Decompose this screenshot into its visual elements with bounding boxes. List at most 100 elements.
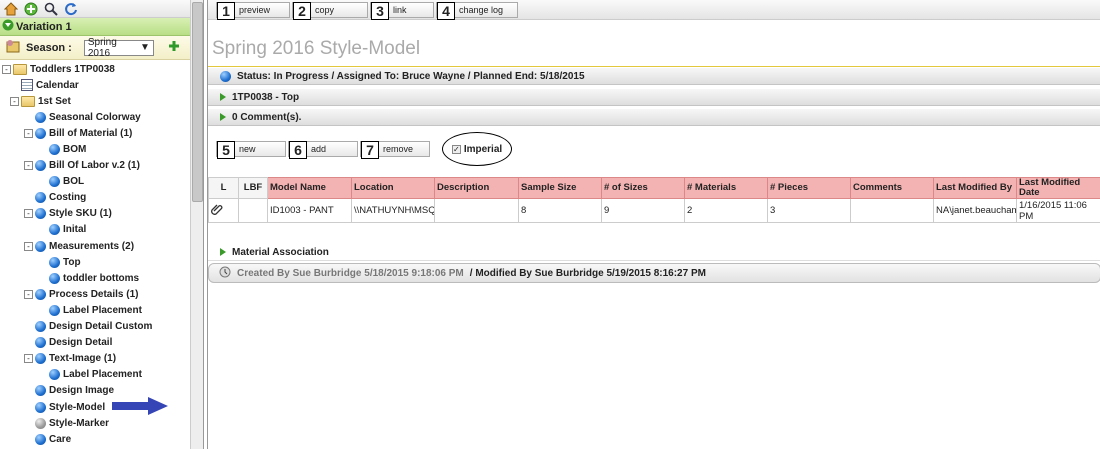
collapse-toggle-icon[interactable]: -: [24, 241, 33, 251]
table-cell: 2: [684, 198, 768, 223]
tree-item[interactable]: BOL: [0, 174, 203, 190]
tree-item[interactable]: Design Detail Custom: [0, 319, 203, 335]
top-section-label: 1TP0038 - Top: [232, 91, 300, 103]
status-blue-icon: [35, 127, 46, 139]
column-header[interactable]: Sample Size: [518, 177, 602, 199]
collapse-toggle-icon[interactable]: -: [24, 354, 33, 364]
tree-item[interactable]: Label Placement: [0, 302, 203, 318]
column-header[interactable]: Description: [434, 177, 519, 199]
material-section[interactable]: Material Association: [208, 244, 1100, 261]
tree-item[interactable]: - Toddlers 1TP0038: [0, 61, 203, 77]
link-button[interactable]: 3 link: [370, 1, 434, 20]
collapse-toggle-icon[interactable]: -: [24, 209, 33, 219]
collapse-toggle-icon[interactable]: -: [2, 64, 11, 74]
column-header[interactable]: L: [208, 177, 239, 199]
column-header[interactable]: Location: [351, 177, 435, 199]
attachment-icon[interactable]: [211, 204, 223, 218]
tree-item[interactable]: Calendar: [0, 77, 203, 93]
preview-button[interactable]: 1 preview: [216, 1, 290, 20]
tree-item-label: Design Image: [49, 385, 115, 397]
tree-item[interactable]: - Bill of Material (1): [0, 125, 203, 141]
top-section[interactable]: 1TP0038 - Top: [208, 89, 1100, 106]
variation-header[interactable]: Variation 1: [0, 18, 203, 36]
tree-item[interactable]: Care: [0, 431, 203, 447]
change-log-button[interactable]: 4 change log: [436, 1, 518, 20]
grid-header-row: L LBF Model Name Location Description Sample …: [208, 177, 1100, 199]
comments-section[interactable]: 0 Comment(s).: [208, 109, 1100, 126]
tree-item[interactable]: Label Placement: [0, 367, 203, 383]
tree-item[interactable]: Design Image: [0, 383, 203, 399]
tree-item[interactable]: Inital: [0, 222, 203, 238]
column-header[interactable]: Last Modified Date: [1016, 177, 1100, 199]
tree-item[interactable]: toddler bottoms: [0, 270, 203, 286]
tree-item[interactable]: Design Detail: [0, 335, 203, 351]
tree-item-label: Care: [49, 433, 72, 445]
home-icon[interactable]: [4, 1, 18, 16]
step-number-badge: 2: [293, 1, 311, 20]
table-cell: [850, 198, 934, 223]
season-select[interactable]: Spring 2016 ▼: [83, 37, 154, 59]
tree-item[interactable]: - Bill Of Labor v.2 (1): [0, 158, 203, 174]
table-row[interactable]: ID1003 - PANT \\NATHUYNH\MSQLSERVER:DATA9…: [208, 198, 1100, 223]
tree-item[interactable]: Top: [0, 254, 203, 270]
add-season-icon[interactable]: [168, 40, 180, 55]
variation-label: Variation 1: [16, 20, 72, 33]
tree-item-label: Measurements (2): [49, 240, 135, 252]
new-button[interactable]: 5 new: [216, 141, 286, 159]
expand-icon[interactable]: [220, 113, 226, 121]
cell-value: 9: [604, 205, 610, 216]
imperial-toggle[interactable]: ✓ Imperial: [442, 132, 512, 166]
status-text: Status: In Progress / Assigned To: Bruce…: [237, 70, 585, 82]
tree-item[interactable]: Style-Marker: [0, 415, 203, 431]
tree-item[interactable]: BOM: [0, 141, 203, 157]
expand-icon[interactable]: [220, 248, 226, 256]
tree-item[interactable]: - Style SKU (1): [0, 206, 203, 222]
imperial-checkbox[interactable]: ✓: [451, 144, 461, 154]
style-model-grid: L LBF Model Name Location Description Sample …: [208, 177, 1100, 223]
column-header[interactable]: # of Sizes: [601, 177, 685, 199]
left-scrollbar-thumb[interactable]: [192, 2, 203, 202]
collapse-toggle-icon[interactable]: -: [24, 289, 33, 299]
expand-icon[interactable]: [220, 93, 226, 101]
add-button[interactable]: 6 add: [288, 141, 358, 159]
left-toolbar: [0, 0, 203, 18]
tree-item-label: Label Placement: [63, 369, 142, 381]
column-header[interactable]: LBF: [238, 177, 268, 199]
collapse-toggle-icon[interactable]: -: [24, 128, 33, 138]
left-scrollbar[interactable]: [190, 0, 203, 449]
copy-button[interactable]: 2 copy: [292, 1, 368, 20]
add-circle-icon[interactable]: [24, 2, 38, 16]
tree-item[interactable]: - 1st Set: [0, 93, 203, 109]
tree-item[interactable]: Costing: [0, 190, 203, 206]
step-number-badge: 4: [437, 1, 455, 20]
collapse-toggle-icon[interactable]: -: [24, 161, 33, 171]
refresh-icon[interactable]: [64, 2, 78, 16]
column-header[interactable]: Model Name: [267, 177, 352, 199]
status-blue-icon: [35, 160, 46, 172]
button-label: new: [239, 144, 256, 154]
column-header[interactable]: Last Modified By: [933, 177, 1017, 199]
tree-item-label: Style-Model: [49, 401, 106, 413]
tree-item-label: Seasonal Colorway: [49, 111, 141, 123]
cell-value: 3: [770, 205, 776, 216]
table-cell[interactable]: ID1003 - PANT: [267, 198, 352, 223]
tree-item-label: BOL: [63, 176, 85, 188]
tree-item[interactable]: Seasonal Colorway: [0, 109, 203, 125]
tree-item-label: 1st Set: [38, 95, 71, 107]
cell-value: 2: [687, 205, 693, 216]
tree-item-label: toddler bottoms: [63, 272, 140, 284]
tree-item[interactable]: - Measurements (2): [0, 238, 203, 254]
cell-value: 8: [521, 205, 527, 216]
tree-item[interactable]: - Process Details (1): [0, 286, 203, 302]
remove-button[interactable]: 7 remove: [360, 141, 430, 159]
tree-item[interactable]: Style-Model: [0, 399, 203, 415]
variation-toggle-icon[interactable]: [2, 19, 14, 34]
collapse-toggle-icon[interactable]: -: [10, 96, 19, 106]
search-icon[interactable]: [44, 2, 58, 16]
tree-item-label: Text-Image (1): [49, 353, 117, 365]
tree-item[interactable]: - Text-Image (1): [0, 351, 203, 367]
column-header[interactable]: # Pieces: [767, 177, 851, 199]
column-header[interactable]: # Materials: [684, 177, 768, 199]
column-header[interactable]: Comments: [850, 177, 934, 199]
status-section[interactable]: Status: In Progress / Assigned To: Bruce…: [208, 68, 1100, 85]
